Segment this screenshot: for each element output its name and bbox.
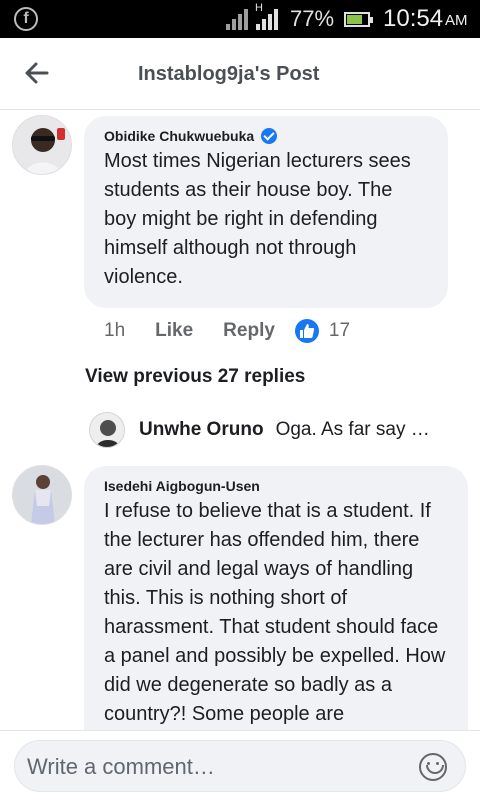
avatar[interactable] bbox=[12, 465, 72, 525]
battery-percent: 77% bbox=[290, 6, 335, 31]
profile-photo bbox=[90, 413, 124, 447]
reply-text: Oga. As far say … bbox=[275, 419, 430, 440]
signal-strength-icon-2 bbox=[256, 8, 282, 30]
signal-strength-icon bbox=[226, 8, 252, 30]
profile-photo bbox=[13, 116, 71, 174]
arrow-left-icon bbox=[25, 62, 49, 84]
reply-button[interactable]: Reply bbox=[223, 320, 275, 342]
comment-bubble[interactable]: Isedehi Aigbogun-Usen I refuse to believ… bbox=[84, 466, 468, 766]
avatar bbox=[89, 412, 125, 448]
reaction-count[interactable]: 17 bbox=[329, 320, 350, 342]
view-previous-replies-link[interactable]: View previous 27 replies bbox=[85, 366, 305, 388]
verified-badge-icon bbox=[261, 128, 278, 144]
avatar[interactable] bbox=[12, 115, 72, 175]
comment-text: Most times Nigerian lecturers sees stude… bbox=[104, 150, 411, 288]
comment-author-name: Obidike Chukwuebuka bbox=[104, 128, 255, 144]
comment-input-container[interactable] bbox=[14, 740, 466, 792]
comment-actions: 1h Like Reply 17 bbox=[104, 318, 350, 344]
clock-ampm: AM bbox=[445, 12, 468, 29]
comment-author[interactable]: Obidike Chukwuebuka bbox=[104, 128, 428, 144]
comment-time[interactable]: 1h bbox=[104, 320, 125, 342]
comment-bubble[interactable]: Obidike Chukwuebuka Most times Nigerian … bbox=[84, 116, 448, 308]
comment-author[interactable]: Isedehi Aigbogun-Usen bbox=[104, 478, 448, 494]
smiley-icon[interactable] bbox=[419, 753, 447, 781]
like-button[interactable]: Like bbox=[155, 320, 193, 342]
comment-input[interactable] bbox=[27, 749, 407, 785]
like-reaction-icon[interactable] bbox=[294, 319, 319, 343]
profile-photo bbox=[13, 466, 71, 524]
thumbs-up-icon bbox=[299, 324, 315, 338]
latest-reply[interactable]: Unwhe Oruno Oga. As far say … bbox=[89, 410, 430, 450]
battery-icon bbox=[344, 12, 373, 27]
comment-author-name: Isedehi Aigbogun-Usen bbox=[104, 478, 260, 494]
back-button[interactable] bbox=[24, 60, 50, 86]
battery-fill bbox=[347, 15, 362, 24]
status-bar: f H 77% 10:54 AM bbox=[0, 0, 480, 38]
facebook-icon: f bbox=[14, 7, 38, 31]
post-header: Instablog9ja's Post bbox=[0, 38, 480, 110]
page-title: Instablog9ja's Post bbox=[138, 63, 320, 85]
clock-time: 10:54 bbox=[383, 5, 444, 32]
comment-composer bbox=[0, 730, 480, 800]
reply-author: Unwhe Oruno bbox=[139, 419, 264, 440]
comment-text: I refuse to believe that is a student. I… bbox=[104, 500, 446, 725]
